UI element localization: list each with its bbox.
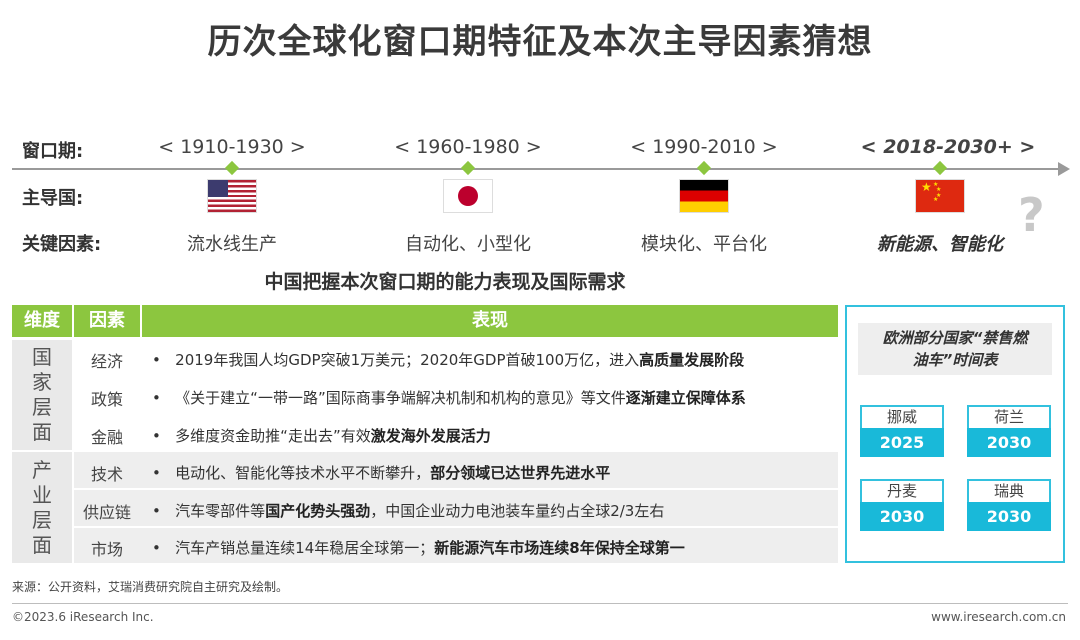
ice-ban-panel-title: 欧洲部分国家“禁售燃 油车”时间表 <box>858 323 1052 375</box>
header-dimension: 维度 <box>12 305 72 337</box>
country-netherlands: 荷兰 2030 <box>967 405 1051 457</box>
factor-new-energy: 新能源、智能化 <box>877 234 1003 255</box>
period-1960-1980: < 1960-1980 > <box>394 136 542 158</box>
timeline-marker-4 <box>932 160 948 176</box>
japan-flag-icon <box>444 180 492 212</box>
timeline-arrow-icon <box>1058 162 1070 176</box>
factor-modular: 模块化、平台化 <box>641 234 767 255</box>
desc-technology: • 电动化、智能化等技术水平不断攀升，部分领域已达世界先进水平 <box>152 464 611 482</box>
period-1990-2010: < 1990-2010 > <box>630 136 778 158</box>
desc-finance: • 多维度资金助推“走出去”有效激发海外发展活力 <box>152 427 491 445</box>
desc-policy: • 《关于建立“一带一路”国际商事争端解决机制和机构的意见》等文件逐渐建立保障体… <box>152 389 746 407</box>
factor-supply-chain: 供应链 <box>82 503 131 522</box>
header-factor: 因素 <box>74 305 140 337</box>
desc-supply-chain: • 汽车零部件等国产化势头强劲，中国企业动力电池装车量约占全球2/3左右 <box>152 502 665 520</box>
factor-policy: 政策 <box>90 390 123 409</box>
country-sweden: 瑞典 2030 <box>967 479 1051 531</box>
dimension-industry: 产业层面 <box>12 452 72 563</box>
desc-market: • 汽车产销总量连续14年稳居全球第一；新能源汽车市场连续8年保持全球第一 <box>152 539 685 557</box>
period-2018-2030: < 2018-2030+ > <box>860 136 1036 158</box>
factor-technology: 技术 <box>90 465 123 484</box>
factor-assembly-line: 流水线生产 <box>187 234 277 255</box>
window-period-label: 窗口期: <box>22 141 84 162</box>
desc-economy: • 2019年我国人均GDP突破1万美元；2020年GDP首破100万亿，进入高… <box>152 351 745 369</box>
key-factors-label: 关键因素: <box>22 234 102 255</box>
section-subtitle: 中国把握本次窗口期的能力表现及国际需求 <box>264 271 626 293</box>
china-flag-icon: ★ ★ ★ ★ ★ <box>916 180 964 212</box>
country-denmark: 丹麦 2030 <box>860 479 944 531</box>
period-1910-1930: < 1910-1930 > <box>158 136 306 158</box>
timeline-marker-2 <box>460 160 476 176</box>
factor-automation: 自动化、小型化 <box>405 234 531 255</box>
leading-country-label: 主导国: <box>22 188 84 209</box>
germany-flag-icon <box>680 180 728 212</box>
country-norway: 挪威 2025 <box>860 405 944 457</box>
dimension-national: 国家层面 <box>12 340 72 450</box>
page-title: 历次全球化窗口期特征及本次主导因素猜想 <box>207 22 873 62</box>
factor-market: 市场 <box>90 540 123 559</box>
timeline-marker-3 <box>696 160 712 176</box>
source-note: 来源：公开资料，艾瑞消费研究院自主研究及绘制。 <box>12 580 289 594</box>
factor-economy: 经济 <box>90 352 123 371</box>
timeline-axis <box>12 168 1067 170</box>
us-flag-icon <box>208 180 256 212</box>
website-link[interactable]: www.iresearch.com.cn <box>931 610 1066 624</box>
factor-finance: 金融 <box>90 428 123 447</box>
footer-divider <box>12 603 1068 604</box>
header-performance: 表现 <box>142 305 838 337</box>
timeline-marker-1 <box>224 160 240 176</box>
copyright: ©2023.6 iResearch Inc. <box>12 610 154 624</box>
